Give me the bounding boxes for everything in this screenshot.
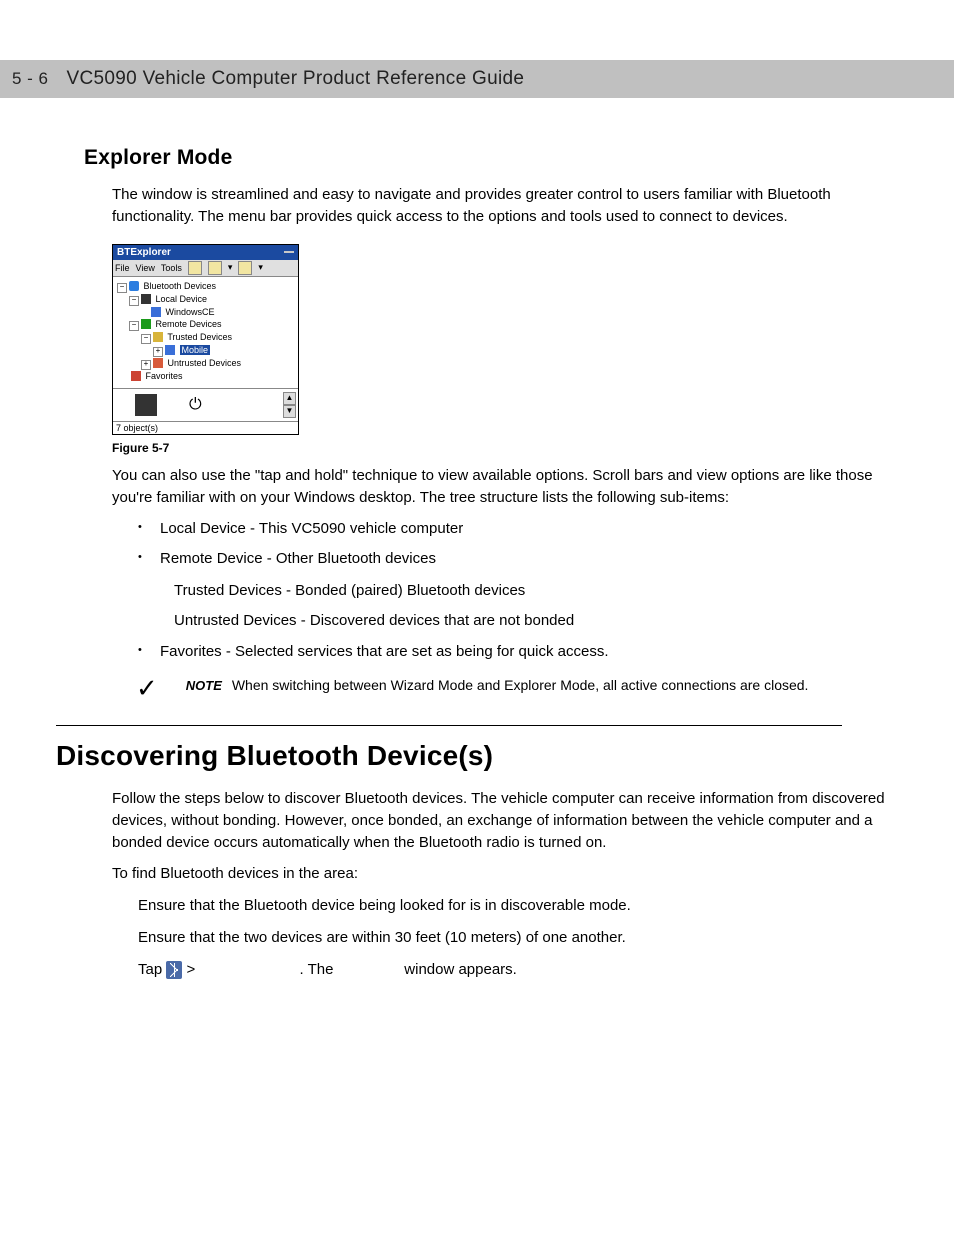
text-fragment: . The	[300, 961, 338, 978]
tap-hold-paragraph: You can also use the "tap and hold" tech…	[112, 465, 898, 509]
tree-items-list-cont: Favorites - Selected services that are s…	[136, 641, 898, 663]
step-item: Ensure that the two devices are within 3…	[138, 927, 898, 949]
toolbar-icon[interactable]	[188, 261, 202, 275]
list-item: Local Device - This VC5090 vehicle compu…	[136, 518, 898, 540]
page-header: 5 - 6 VC5090 Vehicle Computer Product Re…	[0, 60, 954, 98]
heading-discovering: Discovering Bluetooth Device(s)	[56, 740, 898, 772]
checkmark-icon: ✓	[136, 675, 158, 701]
tree-view: − Bluetooth Devices − Local Device Windo…	[113, 277, 298, 388]
text-fragment: Tap	[138, 961, 166, 978]
toolbar-icon[interactable]	[238, 261, 252, 275]
tree-node-selected[interactable]: Mobile	[180, 345, 211, 355]
page-content: Explorer Mode The window is streamlined …	[0, 146, 954, 1030]
icon-bar: ⏻ ▲ ▼	[113, 388, 298, 421]
favorites-icon	[131, 371, 141, 381]
list-item: Favorites - Selected services that are s…	[136, 641, 898, 663]
text-fragment: Favorites - Selected services that are s…	[160, 643, 497, 660]
note-block: ✓ NOTE When switching between Wizard Mod…	[136, 677, 898, 701]
collapse-icon[interactable]: −	[117, 283, 127, 293]
figure-caption: Figure 5-7	[112, 441, 898, 455]
tree-node[interactable]: Trusted Devices	[167, 332, 232, 342]
menu-tools[interactable]: Tools	[161, 263, 182, 273]
status-bar: 7 object(s)	[113, 421, 298, 434]
window-titlebar: BTExplorer	[113, 245, 298, 260]
list-item: Remote Device - Other Bluetooth devices	[136, 548, 898, 570]
tree-node[interactable]: Local Device	[156, 294, 208, 304]
figure-btexplorer: BTExplorer File View Tools ▾ ▾ − Bluetoo…	[112, 244, 898, 435]
tree-node[interactable]: Favorites	[146, 371, 183, 381]
text-fragment: window appears.	[400, 961, 517, 978]
text-fragment: >	[182, 961, 199, 978]
tree-node[interactable]: Untrusted Devices	[168, 358, 242, 368]
expand-icon[interactable]: +	[141, 360, 151, 370]
tree-node[interactable]: Bluetooth Devices	[144, 281, 217, 291]
discover-intro-paragraph: Follow the steps below to discover Bluet…	[112, 788, 898, 853]
device-icon	[165, 345, 175, 355]
lock-icon	[153, 332, 163, 342]
tree-items-list: Local Device - This VC5090 vehicle compu…	[136, 518, 898, 570]
text-fragment: window is streamlined and easy to naviga…	[112, 186, 831, 225]
document-title: VC5090 Vehicle Computer Product Referenc…	[67, 68, 525, 90]
device-icon	[151, 307, 161, 317]
step-item: Ensure that the Bluetooth device being l…	[138, 895, 898, 917]
menu-view[interactable]: View	[136, 263, 155, 273]
bluetooth-icon	[129, 281, 139, 291]
tree-node[interactable]: WindowsCE	[166, 307, 215, 317]
discover-lead-paragraph: To find Bluetooth devices in the area:	[112, 863, 898, 885]
power-icon[interactable]: ⏻	[189, 396, 202, 414]
list-subitem: Trusted Devices - Bonded (paired) Blueto…	[174, 580, 898, 602]
scroll-up-icon[interactable]: ▲	[283, 392, 296, 405]
computer-icon	[141, 294, 151, 304]
note-label: NOTE	[186, 678, 222, 693]
dropdown-arrow-icon[interactable]: ▾	[228, 262, 233, 273]
scroll-arrows[interactable]: ▲ ▼	[283, 392, 296, 418]
collapse-icon[interactable]: −	[129, 296, 139, 306]
step-item: Tap > . The window appears.	[138, 959, 898, 981]
list-subitem: Untrusted Devices - Discovered devices t…	[174, 610, 898, 632]
dropdown-arrow-icon[interactable]: ▾	[258, 262, 263, 273]
minimize-icon[interactable]	[284, 251, 294, 253]
unlock-icon	[153, 358, 163, 368]
toolbar-icon[interactable]	[208, 261, 222, 275]
note-text: When switching between Wizard Mode and E…	[232, 677, 809, 693]
menu-file[interactable]: File	[115, 263, 130, 273]
page-number: 5 - 6	[12, 69, 49, 89]
text-fragment: for quick access.	[497, 643, 609, 660]
window-title: BTExplorer	[117, 247, 171, 258]
section-divider	[56, 725, 842, 726]
bluetooth-icon[interactable]	[166, 961, 182, 979]
expand-icon[interactable]: +	[153, 347, 163, 357]
menu-bar: File View Tools ▾ ▾	[113, 260, 298, 277]
text-fragment: The	[112, 186, 142, 203]
remote-icon	[141, 319, 151, 329]
tree-node[interactable]: Remote Devices	[156, 319, 222, 329]
heading-explorer-mode: Explorer Mode	[84, 146, 898, 170]
collapse-icon[interactable]: −	[141, 334, 151, 344]
btexplorer-window: BTExplorer File View Tools ▾ ▾ − Bluetoo…	[112, 244, 299, 435]
computer-large-icon[interactable]	[135, 394, 157, 416]
explorer-intro-paragraph: The window is streamlined and easy to na…	[112, 184, 898, 228]
collapse-icon[interactable]: −	[129, 321, 139, 331]
scroll-down-icon[interactable]: ▼	[283, 405, 296, 418]
